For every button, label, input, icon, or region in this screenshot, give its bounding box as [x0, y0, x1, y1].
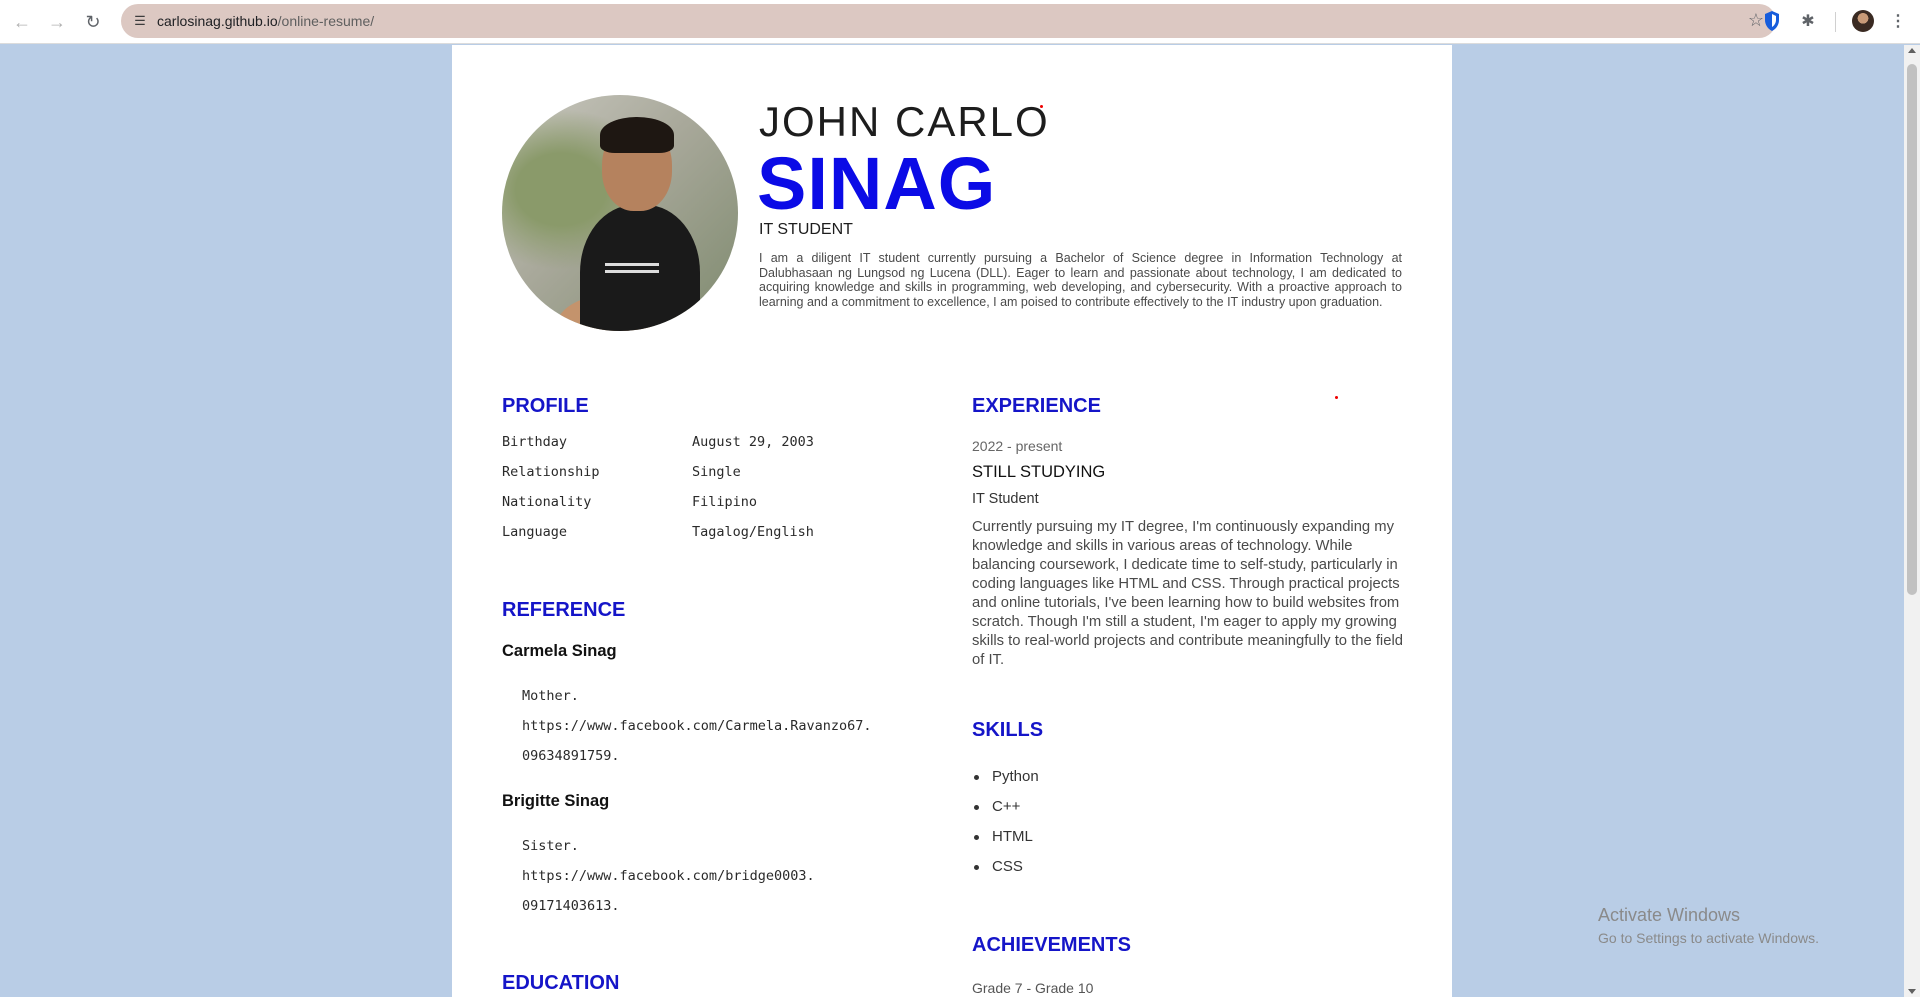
profile-heading: PROFILE: [502, 395, 589, 417]
reload-icon[interactable]: ↻: [81, 10, 105, 34]
decorative-dot: [1040, 105, 1043, 108]
reference-phone: 09171403613.: [522, 898, 620, 914]
reference-relation: Sister.: [522, 838, 579, 854]
url-path: /online-resume/: [277, 13, 375, 29]
experience-date: 2022 - present: [972, 438, 1063, 454]
experience-description: Currently pursuing my IT degree, I'm con…: [972, 519, 1403, 668]
achievements-heading: ACHIEVEMENTS: [972, 934, 1131, 956]
back-arrow-icon[interactable]: ←: [10, 10, 34, 34]
profile-value: Single: [692, 464, 741, 480]
experience-heading: EXPERIENCE: [972, 395, 1101, 417]
profile-label: Language: [502, 524, 568, 540]
skill-item: CSS: [974, 858, 1023, 875]
reference-phone: 09634891759.: [522, 748, 620, 764]
reference-facebook-link[interactable]: https://www.facebook.com/Carmela.Ravanzo…: [522, 718, 872, 734]
profile-photo: [502, 95, 738, 331]
profile-value: Tagalog/English: [692, 524, 814, 540]
skills-heading: SKILLS: [972, 719, 1044, 741]
page-scrollbar[interactable]: [1904, 45, 1920, 997]
scroll-up-arrow-icon[interactable]: [1908, 48, 1916, 53]
last-name: SINAG: [757, 142, 997, 225]
reference-name: Carmela Sinag: [502, 642, 617, 660]
skill-item: Python: [974, 768, 1039, 785]
first-name: JOHN CARLO: [759, 98, 1050, 145]
activate-windows-subtitle: Go to Settings to activate Windows.: [1598, 930, 1819, 946]
reference-relation: Mother.: [522, 688, 579, 704]
reference-facebook-link[interactable]: https://www.facebook.com/bridge0003.: [522, 868, 815, 884]
reference-name: Brigitte Sinag: [502, 792, 610, 810]
skill-item: HTML: [974, 828, 1033, 845]
reference-heading: REFERENCE: [502, 599, 626, 621]
password-manager-shield-icon[interactable]: [1763, 10, 1781, 32]
browser-toolbar: ← → ↻ ☰ carlosinag.github.io/online-resu…: [0, 0, 1920, 44]
decorative-dot: [1335, 396, 1338, 399]
site-info-icon[interactable]: ☰: [131, 12, 149, 30]
scrollbar-thumb[interactable]: [1907, 64, 1917, 595]
profile-label: Birthday: [502, 434, 568, 450]
skill-item: C++: [973, 798, 1021, 815]
activate-windows-title: Activate Windows: [1598, 905, 1741, 925]
intro-paragraph: I am a diligent IT student currently pur…: [759, 251, 1402, 310]
profile-label: Relationship: [502, 464, 600, 480]
bookmark-star-icon[interactable]: ☆: [1748, 10, 1764, 31]
experience-title: STILL STUDYING: [972, 463, 1106, 481]
profile-value: Filipino: [692, 494, 758, 510]
url-host: carlosinag.github.io: [157, 13, 278, 29]
profile-avatar[interactable]: [1852, 10, 1874, 32]
education-heading: EDUCATION: [502, 972, 620, 994]
extensions-puzzle-icon[interactable]: ✱: [1796, 10, 1820, 34]
job-title: IT STUDENT: [759, 221, 853, 238]
url-text[interactable]: carlosinag.github.io/online-resume/: [157, 13, 374, 29]
toolbar-divider: [1835, 12, 1836, 32]
forward-arrow-icon[interactable]: →: [45, 10, 69, 34]
profile-label: Nationality: [502, 494, 592, 510]
achievement-date: Grade 7 - Grade 10: [972, 980, 1094, 996]
address-bar[interactable]: ☰ carlosinag.github.io/online-resume/ ☆: [121, 4, 1776, 38]
profile-value: August 29, 2003: [692, 434, 814, 450]
menu-kebab-icon[interactable]: ⋮: [1886, 10, 1910, 34]
experience-role: IT Student: [972, 491, 1039, 507]
scroll-down-arrow-icon[interactable]: [1908, 989, 1916, 994]
resume-page: JOHN CARLO SINAG IT STUDENT I am a dilig…: [452, 45, 1452, 997]
